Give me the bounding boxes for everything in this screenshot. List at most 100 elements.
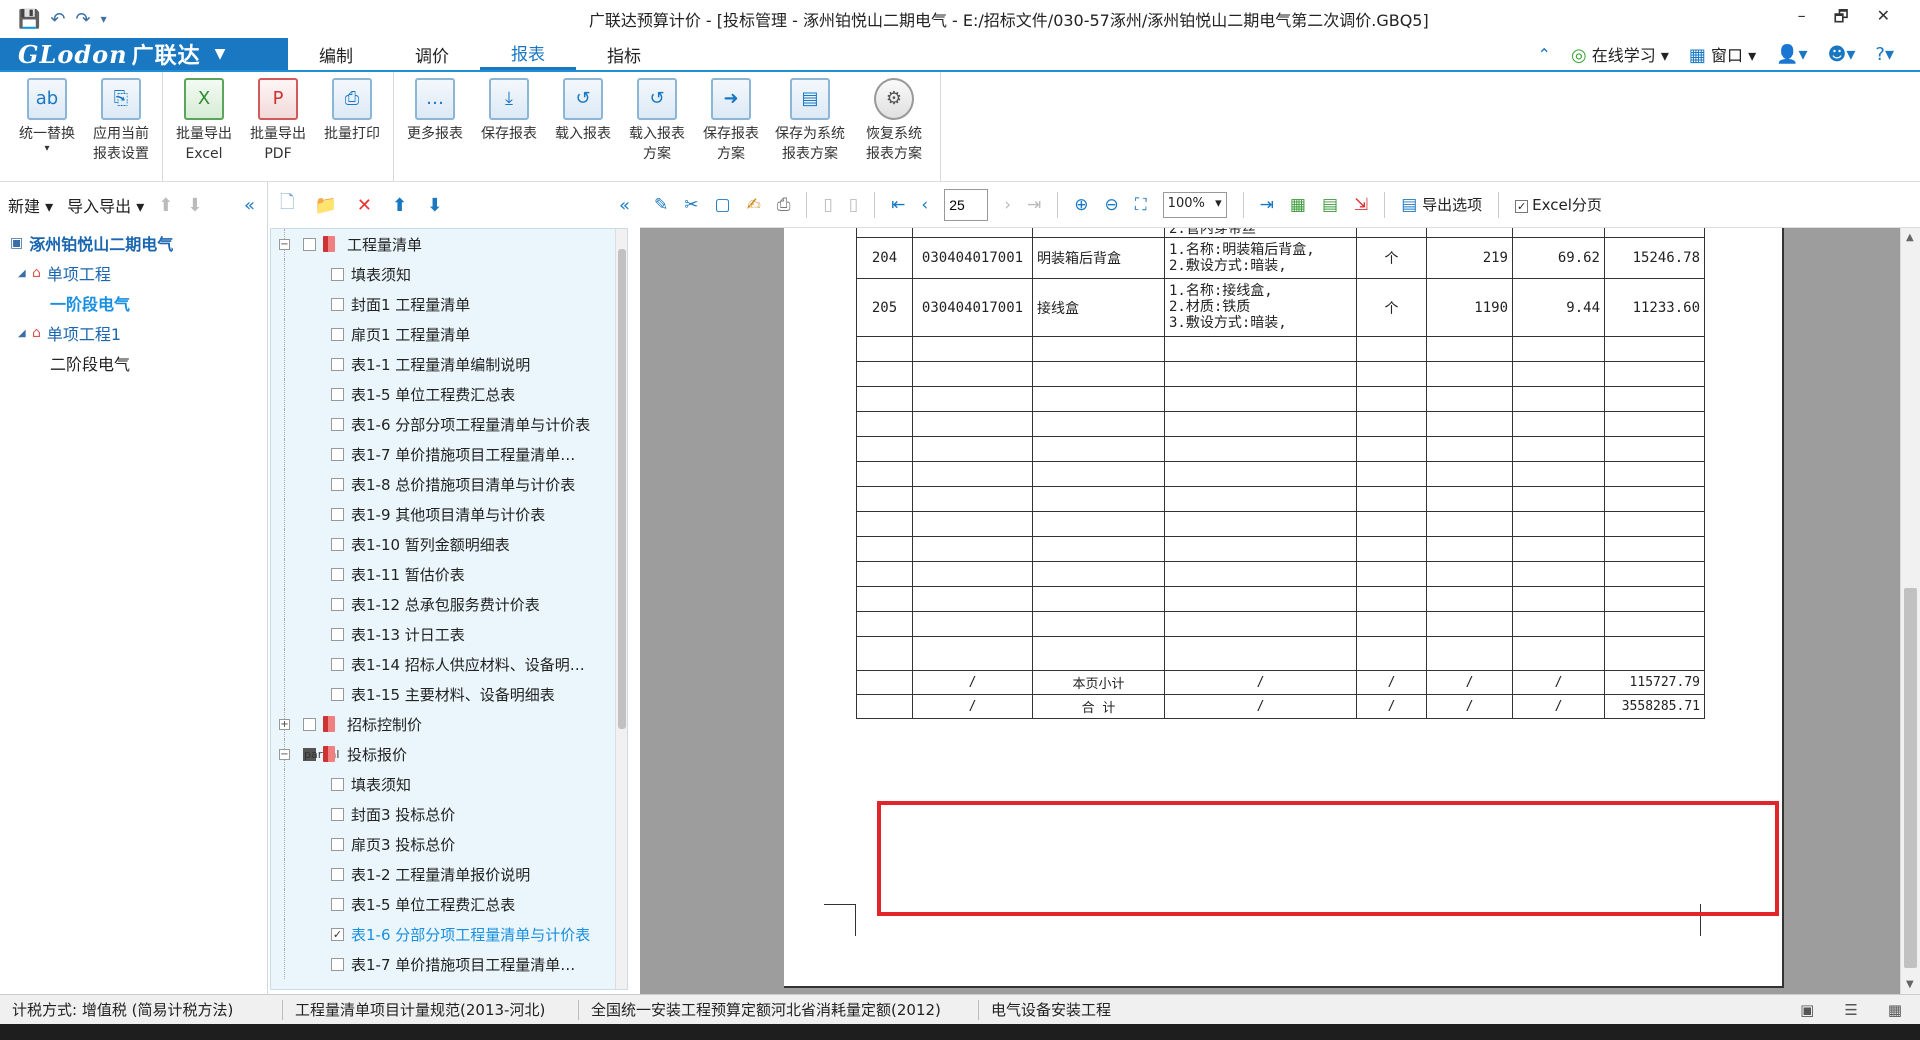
last-page-icon[interactable]: ⇥ <box>1027 195 1041 215</box>
batch-export-excel-button[interactable]: X 批量导出 Excel <box>167 78 241 181</box>
list-view-icon[interactable]: ☰ <box>1844 1001 1857 1019</box>
scroll-down-icon[interactable]: ▼ <box>1906 979 1914 990</box>
delete-icon[interactable]: ✕ <box>357 195 372 216</box>
move-down-icon[interactable]: ⬇ <box>187 195 202 216</box>
report-checkbox[interactable] <box>331 507 344 521</box>
batch-print-button[interactable]: ⎙ 批量打印 <box>315 78 389 181</box>
report-checkbox[interactable] <box>331 867 344 881</box>
collapse-icon[interactable]: − <box>279 238 290 250</box>
tab-adjust-price[interactable]: 调价 <box>384 38 480 70</box>
tab-compile[interactable]: 编制 <box>288 38 384 70</box>
collapse-panel-icon[interactable]: « <box>244 195 255 216</box>
report-item-row[interactable]: 表1-13 计日工表 <box>271 619 627 649</box>
report-tree-scrollbar[interactable] <box>615 229 627 989</box>
save-icon[interactable]: 💾 <box>18 9 40 30</box>
multi-page-icon[interactable]: ▯ <box>849 195 858 215</box>
report-item-row[interactable]: 扉页1 工程量清单 <box>271 319 627 349</box>
scroll-up-icon[interactable]: ▲ <box>1906 232 1914 243</box>
report-checkbox[interactable] <box>331 597 344 611</box>
report-item-row[interactable]: ✓ 表1-6 分部分项工程量清单与计价表 <box>271 919 627 949</box>
excel-paging-checkbox[interactable]: ✓ Excel分页 <box>1515 194 1602 215</box>
new-report-icon[interactable]: 🗋 <box>280 190 294 220</box>
report-item-row[interactable]: 填表须知 <box>271 259 627 289</box>
apply-report-settings-button[interactable]: ⎘ 应用当前 报表设置 <box>84 78 158 181</box>
restore-button[interactable]: 🗗 <box>1834 6 1849 33</box>
prev-page-icon[interactable]: ‹ <box>921 195 928 215</box>
report-group-row[interactable]: − 工程量清单 <box>271 229 627 259</box>
first-page-icon[interactable]: ⇤ <box>891 195 905 215</box>
export-options-button[interactable]: ▤ 导出选项 <box>1401 194 1482 215</box>
expanded-triangle-icon[interactable]: ◢ <box>18 268 32 279</box>
report-checkbox[interactable] <box>331 327 344 341</box>
report-item-row[interactable]: 封面3 投标总价 <box>271 799 627 829</box>
report-checkbox[interactable] <box>331 477 344 491</box>
design-icon[interactable]: ✂ <box>684 195 698 215</box>
report-item-row[interactable]: 表1-5 单位工程费汇总表 <box>271 889 627 919</box>
single-page-icon[interactable]: ▯ <box>823 195 832 215</box>
report-item-row[interactable]: 表1-6 分部分项工程量清单与计价表 <box>271 409 627 439</box>
report-checkbox[interactable] <box>331 267 344 281</box>
close-button[interactable]: ✕ <box>1877 6 1890 33</box>
load-report-scheme-button[interactable]: ↺ 载入报表 方案 <box>620 78 694 181</box>
fit-page-icon[interactable]: ⛶ <box>1135 195 1147 215</box>
edit-report-icon[interactable]: ✎ <box>654 195 668 215</box>
help-icon[interactable]: ?▾ <box>1875 44 1894 65</box>
report-item-row[interactable]: 表1-14 招标人供应材料、设备明… <box>271 649 627 679</box>
online-learning-button[interactable]: ◎ 在线学习 ▾ <box>1571 42 1669 66</box>
user-icon[interactable]: 👤▾ <box>1776 44 1807 65</box>
export-word-icon[interactable]: ▦ <box>1290 195 1306 215</box>
report-checkbox[interactable] <box>331 897 344 911</box>
page-number-input[interactable] <box>944 188 989 221</box>
report-item-row[interactable]: 表1-15 主要材料、设备明细表 <box>271 679 627 709</box>
report-item-row[interactable]: 表1-12 总承包服务费计价表 <box>271 589 627 619</box>
report-checkbox[interactable] <box>331 447 344 461</box>
tab-indicators[interactable]: 指标 <box>576 38 672 70</box>
tree-node-phase2[interactable]: 二阶段电气 <box>10 348 267 378</box>
collapse-ribbon-icon[interactable]: ⌃ <box>1538 45 1551 64</box>
tree-node-phase1[interactable]: 一阶段电气 <box>10 288 267 318</box>
report-item-row[interactable]: 填表须知 <box>271 769 627 799</box>
minimize-button[interactable]: – <box>1798 6 1806 33</box>
edit-text-icon[interactable]: ✍ <box>747 195 761 215</box>
report-item-row[interactable]: 表1-5 单位工程费汇总表 <box>271 379 627 409</box>
report-checkbox[interactable] <box>331 297 344 311</box>
move-up-icon[interactable]: ⬆ <box>392 195 407 216</box>
report-checkbox[interactable] <box>331 687 344 701</box>
report-checkbox[interactable] <box>331 777 344 791</box>
report-checkbox[interactable] <box>331 807 344 821</box>
report-item-row[interactable]: 表1-10 暂列金额明细表 <box>271 529 627 559</box>
customize-icon[interactable]: ▾ <box>101 12 107 26</box>
report-checkbox[interactable] <box>331 417 344 431</box>
report-item-row[interactable]: 表1-2 工程量清单报价说明 <box>271 859 627 889</box>
report-group-row[interactable]: + 招标控制价 <box>271 709 627 739</box>
report-item-row[interactable]: 表1-7 单价措施项目工程量清单… <box>271 439 627 469</box>
report-checkbox[interactable] <box>331 627 344 641</box>
report-item-row[interactable]: 封面1 工程量清单 <box>271 289 627 319</box>
report-checkbox[interactable] <box>303 237 316 251</box>
undo-icon[interactable]: ↶ <box>50 9 65 30</box>
report-group-row[interactable]: − partial 投标报价 <box>271 739 627 769</box>
scrollbar-thumb[interactable] <box>1904 588 1917 968</box>
report-item-row[interactable]: 表1-1 工程量清单编制说明 <box>271 349 627 379</box>
export-sheet-icon[interactable]: ▤ <box>1322 195 1338 215</box>
import-export-button[interactable]: 导入导出 ▾ <box>67 193 144 217</box>
new-folder-icon[interactable]: 📁 <box>314 195 336 216</box>
report-checkbox[interactable] <box>331 957 344 971</box>
report-checkbox[interactable] <box>331 567 344 581</box>
redo-icon[interactable]: ↷ <box>76 9 91 30</box>
tree-node-single-project-1[interactable]: ◢ ⌂ 单项工程1 <box>10 318 267 348</box>
unify-replace-button[interactable]: ab 统一替换 ▾ <box>10 78 84 181</box>
zoom-in-icon[interactable]: ⊕ <box>1074 195 1088 215</box>
new-button[interactable]: 新建 ▾ <box>8 193 53 217</box>
next-page-icon[interactable]: › <box>1004 195 1011 215</box>
restore-system-scheme-button[interactable]: ⚙ 恢复系统 报表方案 <box>852 78 936 181</box>
expanded-triangle-icon[interactable]: ◢ <box>18 328 32 339</box>
zoom-select[interactable]: 100% ▾ <box>1162 191 1227 218</box>
collapse-panel-icon[interactable]: « <box>619 195 630 216</box>
print-preview-icon[interactable]: ⎙ <box>777 195 791 215</box>
report-checkbox[interactable]: partial <box>303 747 339 761</box>
page-view-icon[interactable]: ▣ <box>1800 1001 1814 1019</box>
report-checkbox[interactable] <box>331 537 344 551</box>
report-item-row[interactable]: 表1-9 其他项目清单与计价表 <box>271 499 627 529</box>
more-reports-button[interactable]: … 更多报表 <box>398 78 472 181</box>
